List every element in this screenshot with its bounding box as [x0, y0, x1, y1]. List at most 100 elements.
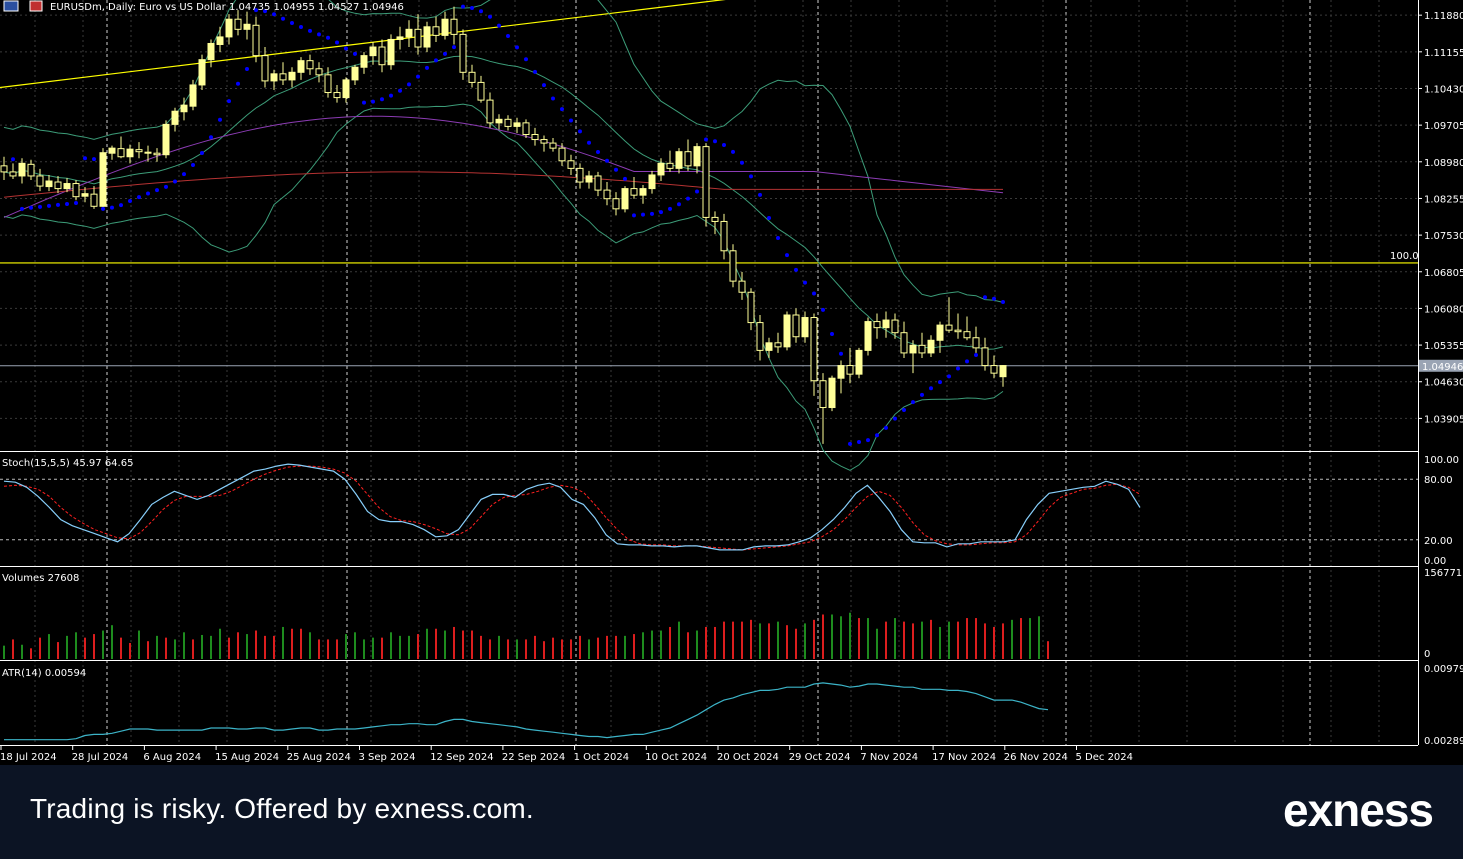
price-chart[interactable]: 100.0 1.11880 1.11155 1.10430 1.09705 1.0898…: [0, 0, 1463, 765]
candle-body: [396, 36, 404, 40]
candle-body: [936, 324, 944, 341]
psar-dot: [452, 45, 456, 50]
candle-body: [351, 66, 359, 81]
psar-dot: [632, 213, 636, 218]
stoch-tick-label: 80.00: [1424, 475, 1453, 486]
psar-dot: [470, 6, 474, 11]
psar-dot: [569, 118, 573, 123]
psar-dot: [11, 157, 15, 162]
exness-logo[interactable]: exness: [1283, 783, 1434, 837]
candle-body: [108, 147, 116, 154]
psar-dot: [407, 82, 411, 87]
candle-body: [963, 331, 971, 339]
psar-dot: [137, 195, 141, 200]
candle-body: [225, 18, 233, 38]
candle-body: [342, 79, 350, 99]
psar-dot: [317, 32, 321, 37]
psar-dot: [920, 392, 924, 397]
candle-body: [657, 162, 665, 176]
psar-dot: [353, 51, 357, 56]
atr-label: ATR(14) 0.00594: [2, 668, 86, 679]
psar-dot: [506, 33, 510, 38]
psar-dot: [983, 295, 987, 300]
candle-body: [306, 60, 314, 70]
candle-body: [27, 163, 35, 177]
psar-dot: [92, 157, 96, 162]
psar-dot: [668, 206, 672, 211]
psar-dot: [821, 307, 825, 312]
candle-body: [63, 183, 71, 190]
candle-body: [135, 149, 143, 153]
candle-body: [459, 33, 467, 73]
stoch-tick-label: 20.00: [1424, 536, 1453, 547]
candle-body: [972, 337, 980, 349]
price-tick-label: 1.10430: [1424, 84, 1463, 95]
psar-dot: [704, 137, 708, 142]
psar-dot: [956, 366, 960, 371]
candle-body: [945, 324, 953, 331]
candle-body: [720, 220, 728, 252]
candle-body: [180, 104, 188, 113]
candle-body: [783, 314, 791, 348]
psar-dot: [443, 51, 447, 56]
candle-body: [765, 342, 773, 351]
psar-dot: [227, 99, 231, 104]
candle-body: [666, 162, 674, 169]
psar-dot: [461, 4, 465, 9]
psar-dot: [398, 88, 402, 93]
candle-body: [126, 148, 134, 158]
candle-body: [81, 193, 89, 197]
stoch-tick-label: 0.00: [1424, 556, 1446, 567]
candle-body: [612, 198, 620, 210]
psar-dot: [1001, 299, 1005, 304]
candle-body: [468, 71, 476, 83]
candle-body: [423, 26, 431, 48]
psar-dot: [533, 69, 537, 74]
psar-dot: [929, 386, 933, 391]
candle-body: [18, 162, 26, 177]
candle-body: [585, 175, 593, 183]
psar-dot: [119, 203, 123, 208]
candle-body: [855, 349, 863, 375]
psar-dot: [542, 83, 546, 88]
psar-dot: [767, 216, 771, 221]
psar-dot: [857, 440, 861, 445]
candle-body: [54, 181, 62, 190]
candle-body: [675, 151, 683, 169]
candle-body: [891, 319, 899, 334]
psar-dot: [20, 206, 24, 211]
candle-body: [900, 332, 908, 354]
chart-window-icon[interactable]: [29, 0, 43, 12]
psar-dot: [200, 151, 204, 156]
candle-body: [378, 46, 386, 66]
candle-body: [630, 188, 638, 196]
time-tick-label: 25 Aug 2024: [287, 752, 351, 763]
psar-dot: [902, 408, 906, 413]
psar-dot: [551, 96, 555, 101]
candle-body: [540, 139, 548, 144]
candle-body: [189, 84, 197, 107]
candle-body: [477, 81, 485, 101]
candle-body: [531, 133, 539, 141]
candle-body: [999, 365, 1007, 378]
candle-body: [909, 344, 917, 354]
candle-body: [621, 188, 629, 210]
psar-dot: [686, 196, 690, 201]
price-tick-label: 1.08980: [1424, 158, 1463, 169]
candle-body: [729, 250, 737, 282]
price-tick-label: 1.07530: [1424, 231, 1463, 242]
psar-dot: [191, 162, 195, 167]
time-tick-label: 5 Dec 2024: [1076, 752, 1134, 763]
time-tick-label: 15 Aug 2024: [215, 752, 279, 763]
time-tick-label: 20 Oct 2024: [717, 752, 779, 763]
chart-header: EURUSDm, Daily: Euro vs US Dollar 1.0473…: [3, 0, 404, 13]
psar-dot: [713, 139, 717, 144]
candle-body: [117, 148, 125, 158]
candle-body: [558, 147, 566, 162]
candle-body: [981, 347, 989, 367]
level-label: 100.0: [1390, 251, 1419, 262]
psar-dot: [236, 81, 240, 86]
stoch-tick-label: 100.00: [1424, 455, 1459, 466]
psar-dot: [695, 189, 699, 194]
candle-body: [990, 365, 998, 374]
